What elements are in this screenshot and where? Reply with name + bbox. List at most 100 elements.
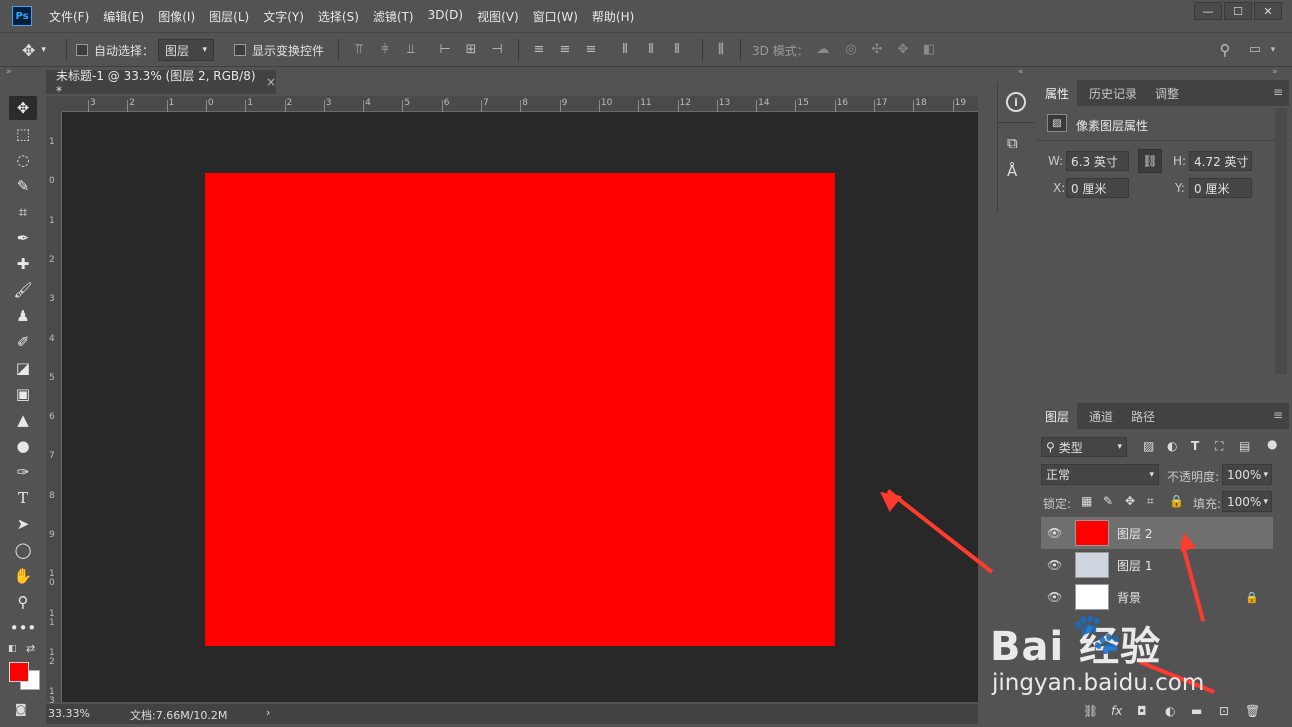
tab-paths[interactable]: 路径 [1123, 403, 1163, 429]
collapse-right-icon[interactable]: » [1272, 67, 1278, 77]
align-top-icon[interactable]: ⫪ [352, 43, 366, 57]
add-mask-icon[interactable]: ◘ [1137, 704, 1147, 718]
minimize-button[interactable]: — [1194, 2, 1222, 20]
align-hcenter-icon[interactable]: ⊞ [464, 43, 478, 57]
tab-adjustments[interactable]: 调整 [1147, 80, 1187, 106]
lock-transparent-icon[interactable]: ▦ [1081, 494, 1092, 508]
distribute-right-icon[interactable]: ⦀ [670, 43, 684, 57]
filter-type-icon[interactable]: T [1191, 439, 1199, 453]
fx-icon[interactable]: fx [1111, 704, 1122, 718]
blend-mode-dropdown[interactable]: 正常 ▾ [1041, 464, 1159, 485]
swap-colors-icon[interactable]: ⇄ [26, 642, 35, 655]
menu-help[interactable]: 帮助(H) [592, 8, 634, 25]
more-tools[interactable]: ••• [9, 616, 37, 640]
menu-select[interactable]: 选择(S) [318, 8, 359, 25]
zoom-level[interactable]: 33.33% [48, 707, 90, 720]
align-left-icon[interactable]: ⊢ [438, 43, 452, 57]
filter-adjustment-icon[interactable]: ◐ [1167, 439, 1177, 453]
show-transform-checkbox[interactable]: 显示变换控件 [234, 33, 324, 67]
marquee-tool[interactable]: ⬚ [9, 122, 37, 146]
delete-layer-icon[interactable]: 🗑 [1245, 704, 1260, 718]
filter-shape-icon[interactable]: ⛶ [1215, 439, 1223, 454]
menu-window[interactable]: 窗口(W) [533, 8, 578, 25]
tab-history[interactable]: 历史记录 [1081, 80, 1145, 106]
adjustment-layer-icon[interactable]: ◐ [1165, 704, 1175, 718]
paragraph-styles-icon[interactable]: ⧉ [1007, 134, 1018, 152]
dodge-tool[interactable]: ● [9, 434, 37, 458]
fill-field[interactable]: 100% ▾ [1222, 491, 1272, 512]
eraser-tool[interactable]: ◪ [9, 356, 37, 380]
menu-3d[interactable]: 3D(D) [428, 8, 463, 25]
layer-row-background[interactable]: 👁 背景 🔒 [1041, 581, 1273, 613]
type-tool[interactable]: T [9, 486, 37, 510]
link-layers-icon[interactable]: ⛓ [1083, 704, 1098, 718]
tab-layers[interactable]: 图层 [1037, 403, 1078, 429]
new-layer-icon[interactable]: ⊡ [1219, 704, 1229, 718]
tab-properties[interactable]: 属性 [1037, 80, 1078, 106]
distribute-bottom-icon[interactable]: ≡ [584, 43, 598, 57]
align-right-icon[interactable]: ⊣ [490, 43, 504, 57]
move-tool[interactable]: ✥ [9, 96, 37, 120]
document-canvas[interactable] [205, 173, 835, 646]
layer-row-1[interactable]: 👁 图层 1 [1041, 549, 1273, 581]
menu-type[interactable]: 文字(Y) [263, 8, 304, 25]
eye-icon[interactable]: 👁 [1047, 558, 1062, 572]
eye-icon[interactable]: 👁 [1047, 526, 1062, 540]
pen-tool[interactable]: ✑ [9, 460, 37, 484]
lock-position-icon[interactable]: ✥ [1125, 494, 1135, 508]
menu-layer[interactable]: 图层(L) [209, 8, 249, 25]
ruler-origin[interactable] [46, 96, 62, 112]
filter-pixel-icon[interactable]: ▨ [1143, 439, 1154, 453]
new-group-icon[interactable]: ▬ [1191, 704, 1202, 718]
chevron-right-icon[interactable]: › [266, 706, 270, 719]
properties-scrollbar[interactable] [1275, 108, 1287, 374]
tab-channels[interactable]: 通道 [1081, 403, 1121, 429]
3d-drag-icon[interactable]: ✣ [870, 43, 884, 57]
close-button[interactable]: ✕ [1254, 2, 1282, 20]
gradient-tool[interactable]: ▣ [9, 382, 37, 406]
align-vcenter-icon[interactable]: ⫩ [378, 43, 392, 57]
3d-orbit-icon[interactable]: ☁ [816, 43, 830, 57]
distribute-hcenter-icon[interactable]: ⦀ [644, 43, 658, 57]
distribute-top-icon[interactable]: ≡ [532, 43, 546, 57]
auto-select-target-dropdown[interactable]: 图层 ▾ [158, 39, 214, 61]
foreground-color-swatch[interactable] [9, 662, 29, 682]
menu-edit[interactable]: 编辑(E) [103, 8, 144, 25]
layer-filter-dropdown[interactable]: ⚲ 类型 ▾ [1041, 437, 1127, 457]
align-bottom-icon[interactable]: ⫫ [404, 43, 418, 57]
x-field[interactable]: 0 厘米 [1066, 178, 1129, 198]
distribute-left-icon[interactable]: ⦀ [618, 43, 632, 57]
path-select-tool[interactable]: ➤ [9, 512, 37, 536]
crop-tool[interactable]: ⌗ [9, 200, 37, 224]
eye-icon[interactable]: 👁 [1047, 590, 1062, 604]
link-icon[interactable]: ⛓ [1138, 149, 1162, 173]
brush-tool[interactable]: 🖌 [9, 278, 37, 302]
lock-image-icon[interactable]: ✎ [1103, 494, 1113, 508]
character-styles-icon[interactable]: Å [1007, 162, 1017, 180]
lock-all-icon[interactable]: 🔒 [1169, 494, 1184, 508]
3d-camera-icon[interactable]: ◧ [922, 43, 936, 57]
maximize-button[interactable]: ☐ [1224, 2, 1252, 20]
zoom-tool[interactable]: ⚲ [9, 590, 37, 614]
shape-tool[interactable]: ◯ [9, 538, 37, 562]
quick-select-tool[interactable]: ✎ [9, 174, 37, 198]
chevron-down-icon[interactable]: ▾ [1266, 43, 1280, 57]
collapse-left-icon[interactable]: » [6, 67, 12, 77]
blur-tool[interactable]: ▲ [9, 408, 37, 432]
3d-slide-icon[interactable]: ✥ [896, 43, 910, 57]
hand-tool[interactable]: ✋ [9, 564, 37, 588]
healing-tool[interactable]: ✚ [9, 252, 37, 276]
opacity-field[interactable]: 100% ▾ [1222, 464, 1272, 485]
eyedropper-tool[interactable]: ✒ [9, 226, 37, 250]
width-field[interactable]: 6.3 英寸 [1066, 151, 1129, 171]
filter-toggle-icon[interactable]: ● [1267, 437, 1277, 451]
menu-file[interactable]: 文件(F) [49, 8, 89, 25]
collapse-dock-icon[interactable]: « [1018, 67, 1024, 77]
lock-artboard-icon[interactable]: ⌗ [1147, 494, 1154, 509]
y-field[interactable]: 0 厘米 [1189, 178, 1252, 198]
distribute-vcenter-icon[interactable]: ≡ [558, 43, 572, 57]
workspace-icon[interactable]: ▭ [1248, 43, 1262, 57]
panel-menu-icon[interactable]: ≡ [1273, 85, 1283, 99]
history-brush-tool[interactable]: ✐ [9, 330, 37, 354]
stamp-tool[interactable]: ♟ [9, 304, 37, 328]
